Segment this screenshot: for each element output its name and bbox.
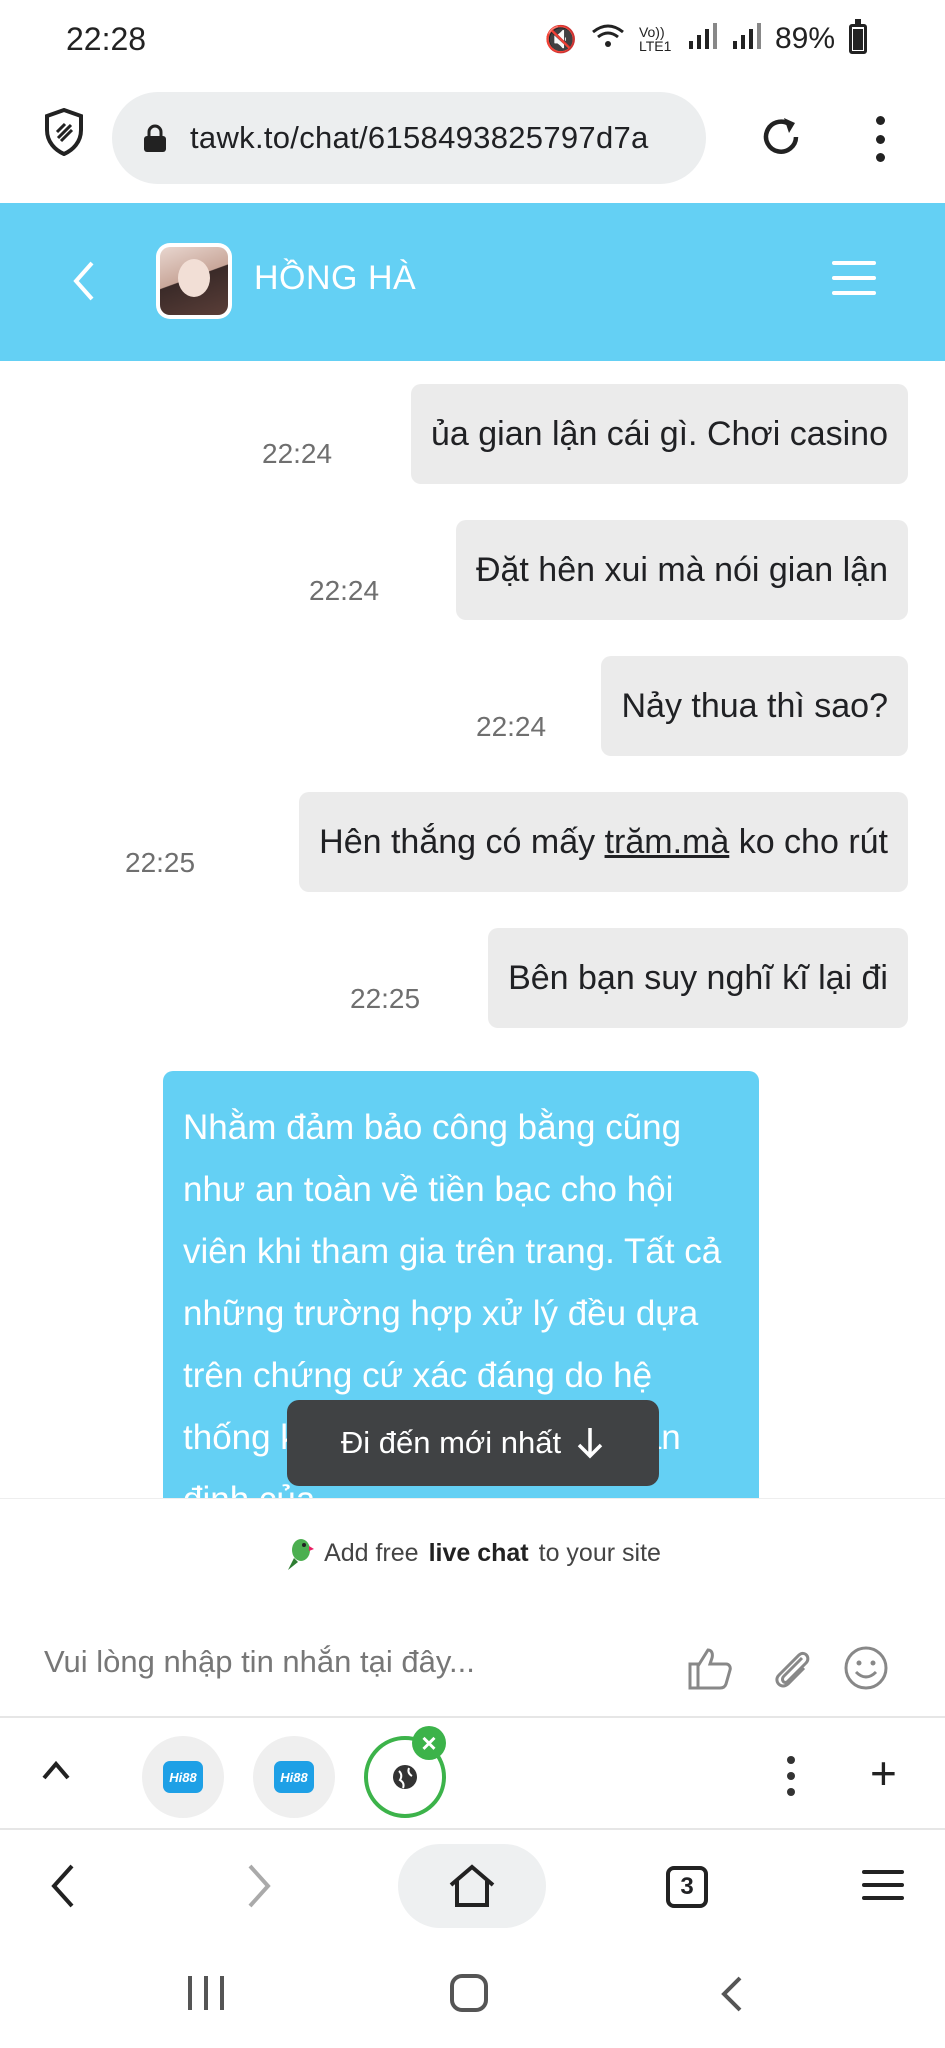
browser-bottom-nav: 3 (0, 1828, 945, 1938)
message-link[interactable]: trăm.mà (605, 823, 730, 862)
message-input[interactable]: Vui lòng nhập tin nhắn tại đây... (44, 1644, 475, 1680)
tab-menu-icon[interactable] (786, 1756, 796, 1796)
jump-to-latest-button[interactable]: Đi đến mới nhất (287, 1400, 659, 1486)
mute-icon: 🔇 (544, 23, 577, 54)
globe-icon (393, 1765, 417, 1789)
branding-bold: live chat (428, 1539, 529, 1567)
agent-name: HỒNG HÀ (254, 259, 417, 297)
chat-header: HỒNG HÀ (0, 203, 945, 361)
browser-menu-icon[interactable] (870, 116, 890, 162)
message-time: 22:24 (309, 575, 380, 606)
url-field[interactable]: tawk.to/chat/6158493825797d7a (112, 92, 706, 184)
user-message: Đặt hên xui mà nói gian lận (455, 520, 908, 620)
menu-icon[interactable] (862, 1870, 904, 1900)
message-time: 22:25 (350, 983, 421, 1014)
battery-icon (849, 19, 867, 54)
user-message: Bên bạn suy nghĩ kĩ lại đi (488, 928, 908, 1028)
message-time: 22:24 (262, 438, 333, 469)
jump-label: Đi đến mới nhất (340, 1425, 562, 1460)
arrow-down-icon (577, 1428, 603, 1459)
tab-count-button[interactable]: 3 (666, 1866, 708, 1908)
tab-hi88-1[interactable]: Hi88 (142, 1736, 224, 1818)
thumbs-up-icon[interactable] (686, 1644, 734, 1692)
shield-icon[interactable] (44, 108, 84, 156)
message-text: ủa gian lận cái gì. Chơi casino (430, 414, 888, 453)
browser-address-bar: tawk.to/chat/6158493825797d7a (0, 78, 945, 203)
parrot-logo-icon (288, 1538, 315, 1570)
user-message: ủa gian lận cái gì. Chơi casino (410, 384, 908, 484)
user-message: Hên thắng có mấy trăm.mà ko cho rút (299, 792, 908, 892)
status-icons: 🔇 Vo)) LTE1 89% (544, 19, 867, 56)
system-nav-bar (0, 1938, 945, 2048)
message-time: 22:24 (476, 711, 547, 742)
close-tab-icon[interactable]: × (412, 1726, 446, 1760)
tab-strip: Hi88 Hi88 × + (0, 1716, 945, 1828)
branding-suffix: to your site (538, 1539, 661, 1567)
message-text: Bên bạn suy nghĩ kĩ lại đi (508, 958, 888, 997)
home-button[interactable] (398, 1844, 546, 1928)
message-time: 22:25 (125, 847, 196, 878)
url-text: tawk.to/chat/6158493825797d7a (190, 120, 649, 155)
message-composer: Vui lòng nhập tin nhắn tại đây... (0, 1608, 945, 1716)
chat-menu-icon[interactable] (832, 261, 876, 295)
back-arrow-icon[interactable] (48, 1862, 78, 1910)
user-message: Nảy thua thì sao? (601, 656, 908, 756)
battery-percent: 89% (774, 22, 835, 55)
signal-icon (687, 22, 717, 56)
back-chevron-icon[interactable] (64, 255, 104, 307)
message-list[interactable]: ủa gian lận cái gì. Chơi casino 22:24 Đặ… (0, 361, 945, 1498)
message-text: Nảy thua thì sao? (621, 686, 888, 725)
hi88-logo-icon: Hi88 (274, 1761, 314, 1793)
status-bar: 22:28 🔇 Vo)) LTE1 89% (0, 0, 945, 78)
network-label: Vo)) LTE1 (638, 24, 672, 54)
signal-icon-2 (731, 22, 761, 56)
new-tab-icon[interactable]: + (870, 1750, 897, 1796)
powered-by-branding[interactable]: Add free live chat to your site (0, 1498, 945, 1608)
message-text: Hên thắng có mấy (319, 822, 605, 861)
recent-apps-icon[interactable] (188, 1976, 224, 2010)
forward-arrow-icon[interactable] (244, 1862, 274, 1910)
branding-prefix: Add free (324, 1539, 419, 1567)
tab-hi88-2[interactable]: Hi88 (253, 1736, 335, 1818)
message-text: Đặt hên xui mà nói gian lận (475, 550, 888, 589)
emoji-icon[interactable] (842, 1644, 890, 1692)
system-home-icon[interactable] (450, 1974, 488, 2012)
status-time: 22:28 (66, 20, 147, 57)
home-icon (449, 1864, 495, 1907)
attachment-icon[interactable] (768, 1644, 816, 1692)
lock-icon (144, 124, 166, 152)
message-text: ko cho rút (729, 822, 888, 861)
system-back-icon[interactable] (718, 1974, 746, 2014)
hi88-logo-icon: Hi88 (163, 1761, 203, 1793)
wifi-icon (591, 23, 625, 56)
reload-icon[interactable] (758, 114, 804, 160)
agent-avatar (156, 243, 232, 319)
chevron-up-icon[interactable] (40, 1758, 72, 1782)
